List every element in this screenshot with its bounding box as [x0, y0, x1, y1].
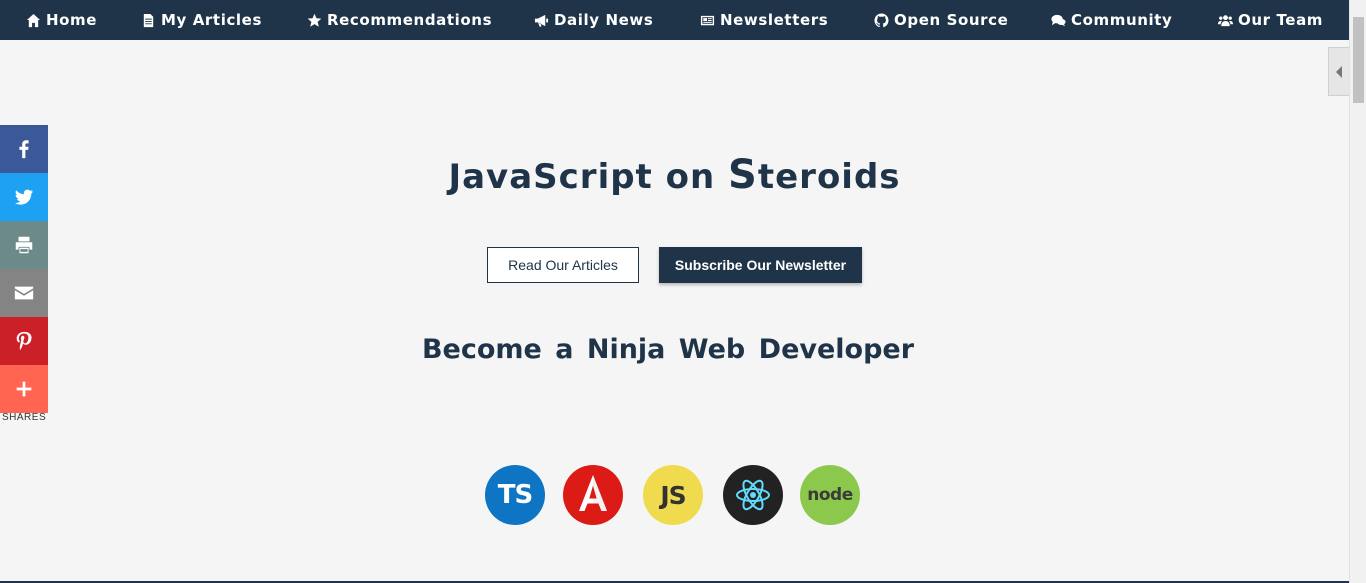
nav-community[interactable]: Community — [1050, 0, 1172, 40]
share-more-button[interactable] — [0, 365, 48, 413]
top-navigation: Home My Articles Recommendations Daily N… — [0, 0, 1349, 40]
github-icon — [873, 12, 889, 28]
nav-daily-news[interactable]: Daily News — [533, 0, 653, 40]
page-title: JavaScript on Steroids — [0, 152, 1349, 198]
nav-newsletters[interactable]: Newsletters — [699, 0, 828, 40]
nav-recommendations[interactable]: Recommendations — [306, 0, 492, 40]
share-print-button[interactable] — [0, 221, 48, 269]
read-articles-button[interactable]: Read Our Articles — [487, 247, 639, 283]
newspaper-icon — [699, 12, 715, 28]
react-logo[interactable] — [723, 465, 783, 525]
nav-my-articles[interactable]: My Articles — [140, 0, 262, 40]
nav-community-label: Community — [1071, 11, 1173, 29]
home-icon — [25, 12, 41, 28]
plus-icon — [16, 381, 32, 397]
nav-home-label: Home — [46, 11, 98, 29]
nav-daily-news-label: Daily News — [554, 11, 654, 29]
share-email-button[interactable] — [0, 269, 48, 317]
vertical-scrollbar[interactable] — [1349, 0, 1366, 583]
javascript-logo-text: JS — [660, 480, 686, 510]
page-title-suffix: teroids — [757, 157, 901, 197]
bullhorn-icon — [533, 12, 549, 28]
scrollbar-thumb[interactable] — [1353, 17, 1364, 103]
typescript-logo[interactable]: TS — [485, 465, 545, 525]
users-icon — [1217, 12, 1233, 28]
star-icon — [306, 12, 322, 28]
nav-our-team[interactable]: Our Team — [1217, 0, 1323, 40]
caret-left-icon — [1336, 65, 1342, 78]
file-icon — [140, 12, 156, 28]
page-title-initial: S — [728, 152, 758, 198]
nav-open-source-label: Open Source — [894, 11, 1009, 29]
nav-newsletters-label: Newsletters — [720, 11, 829, 29]
nodejs-logo-text: node — [807, 485, 853, 505]
sidebar-toggle[interactable] — [1328, 47, 1349, 96]
email-icon — [14, 286, 34, 300]
react-icon — [736, 479, 770, 511]
shares-label: SHARES — [2, 412, 47, 423]
comments-icon — [1050, 12, 1066, 28]
typescript-logo-text: TS — [497, 480, 533, 510]
nav-recommendations-label: Recommendations — [327, 11, 493, 29]
subscribe-newsletter-button[interactable]: Subscribe Our Newsletter — [659, 247, 862, 283]
angular-icon — [579, 475, 607, 511]
angular-logo[interactable] — [563, 465, 623, 525]
javascript-logo[interactable]: JS — [643, 465, 703, 525]
print-icon — [15, 236, 33, 254]
page-subtitle: Become a Ninja Web Developer — [421, 334, 915, 365]
nav-my-articles-label: My Articles — [161, 11, 262, 29]
nav-open-source[interactable]: Open Source — [873, 0, 1008, 40]
nodejs-logo[interactable]: node — [800, 465, 860, 525]
nav-our-team-label: Our Team — [1238, 11, 1324, 29]
page-title-prefix: JavaScript on — [448, 157, 729, 197]
nav-home[interactable]: Home — [25, 0, 97, 40]
